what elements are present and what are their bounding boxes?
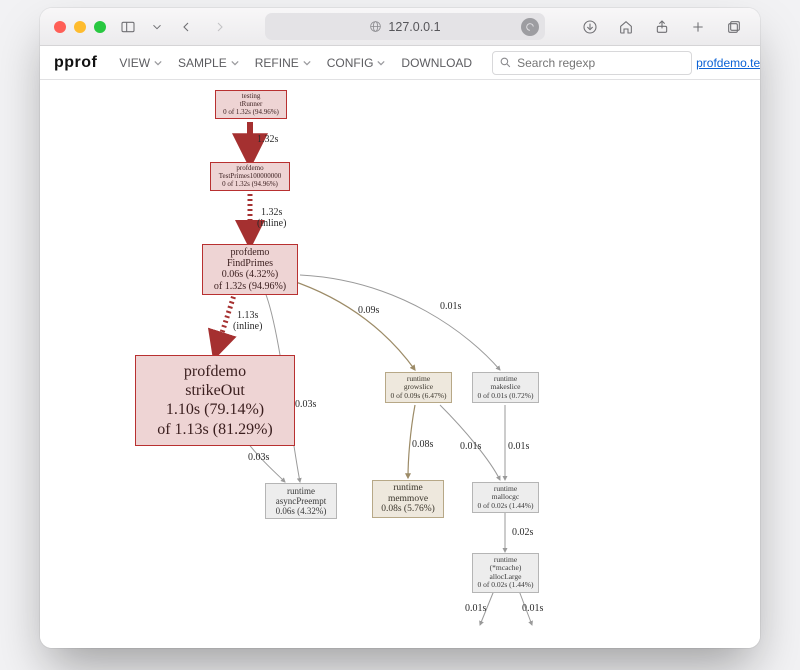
downloads-icon[interactable]	[578, 15, 602, 39]
zoom-window-button[interactable]	[94, 21, 106, 33]
browser-window: 127.0.0.1 pprof VIEW SAMPLE REFINE CONFI…	[40, 8, 760, 648]
search-box[interactable]	[492, 51, 692, 75]
forward-button	[208, 15, 232, 39]
edge-label: 0.02s	[512, 528, 533, 539]
close-window-button[interactable]	[54, 21, 66, 33]
menu-download[interactable]: DOWNLOAD	[395, 52, 478, 74]
edge-label: 0.01s	[522, 604, 543, 615]
edge-label: 0.09s	[358, 306, 379, 317]
sidebar-toggle-icon[interactable]	[116, 15, 140, 39]
globe-icon	[369, 20, 382, 33]
chevron-down-icon[interactable]	[150, 15, 164, 39]
tabs-icon[interactable]	[722, 15, 746, 39]
edge-label: 0.03s	[295, 400, 316, 411]
search-input[interactable]	[517, 56, 685, 70]
menu-view[interactable]: VIEW	[113, 52, 168, 74]
app-brand: pprof	[54, 54, 97, 72]
edge-label: 0.01s	[508, 442, 529, 453]
menu-refine[interactable]: REFINE	[249, 52, 317, 74]
node-growslice[interactable]: runtime growslice 0 of 0.09s (6.47%)	[385, 372, 452, 403]
reload-button[interactable]	[521, 18, 539, 36]
node-strikeout[interactable]: profdemo strikeOut 1.10s (79.14%) of 1.1…	[135, 355, 295, 446]
back-button[interactable]	[174, 15, 198, 39]
node-trunner[interactable]: testing tRunner 0 of 1.32s (94.96%)	[215, 90, 287, 119]
edge-label: 1.32s	[257, 135, 278, 146]
search-icon	[499, 56, 512, 69]
node-asyncpreempt[interactable]: runtime asyncPreempt 0.06s (4.32%)	[265, 483, 337, 519]
address-text: 127.0.0.1	[388, 20, 440, 34]
edge-label: 1.32s(inline)	[257, 208, 286, 229]
caret-down-icon	[303, 59, 311, 67]
node-memmove[interactable]: runtime memmove 0.08s (5.76%)	[372, 480, 444, 518]
edge-label: 1.13s(inline)	[233, 311, 262, 332]
node-findprimes[interactable]: profdemo FindPrimes 0.06s (4.32%) of 1.3…	[202, 244, 298, 295]
address-bar[interactable]: 127.0.0.1	[265, 13, 545, 40]
menu-sample[interactable]: SAMPLE	[172, 52, 245, 74]
share-icon[interactable]	[650, 15, 674, 39]
app-menubar: pprof VIEW SAMPLE REFINE CONFIG DOWNLOAD…	[40, 46, 760, 80]
window-controls	[54, 21, 106, 33]
node-makeslice[interactable]: runtime makeslice 0 of 0.01s (0.72%)	[472, 372, 539, 403]
caret-down-icon	[231, 59, 239, 67]
caret-down-icon	[154, 59, 162, 67]
callgraph-canvas[interactable]: testing tRunner 0 of 1.32s (94.96%) prof…	[40, 80, 760, 648]
edge-label: 0.01s	[465, 604, 486, 615]
menu-config[interactable]: CONFIG	[321, 52, 392, 74]
new-tab-icon[interactable]	[686, 15, 710, 39]
profile-name-link[interactable]: profdemo.test.cpu	[696, 56, 760, 70]
edge-label: 0.01s	[440, 302, 461, 313]
home-icon[interactable]	[614, 15, 638, 39]
titlebar: 127.0.0.1	[40, 8, 760, 46]
minimize-window-button[interactable]	[74, 21, 86, 33]
caret-down-icon	[377, 59, 385, 67]
edge-label: 0.03s	[248, 453, 269, 464]
edge-label: 0.01s	[460, 442, 481, 453]
node-testprimes[interactable]: profdemo TestPrimes100000000 0 of 1.32s …	[210, 162, 290, 191]
node-mallocgc[interactable]: runtime mallocgc 0 of 0.02s (1.44%)	[472, 482, 539, 513]
node-alloclarge[interactable]: runtime (*mcache) allocLarge 0 of 0.02s …	[472, 553, 539, 593]
edge-label: 0.08s	[412, 440, 433, 451]
